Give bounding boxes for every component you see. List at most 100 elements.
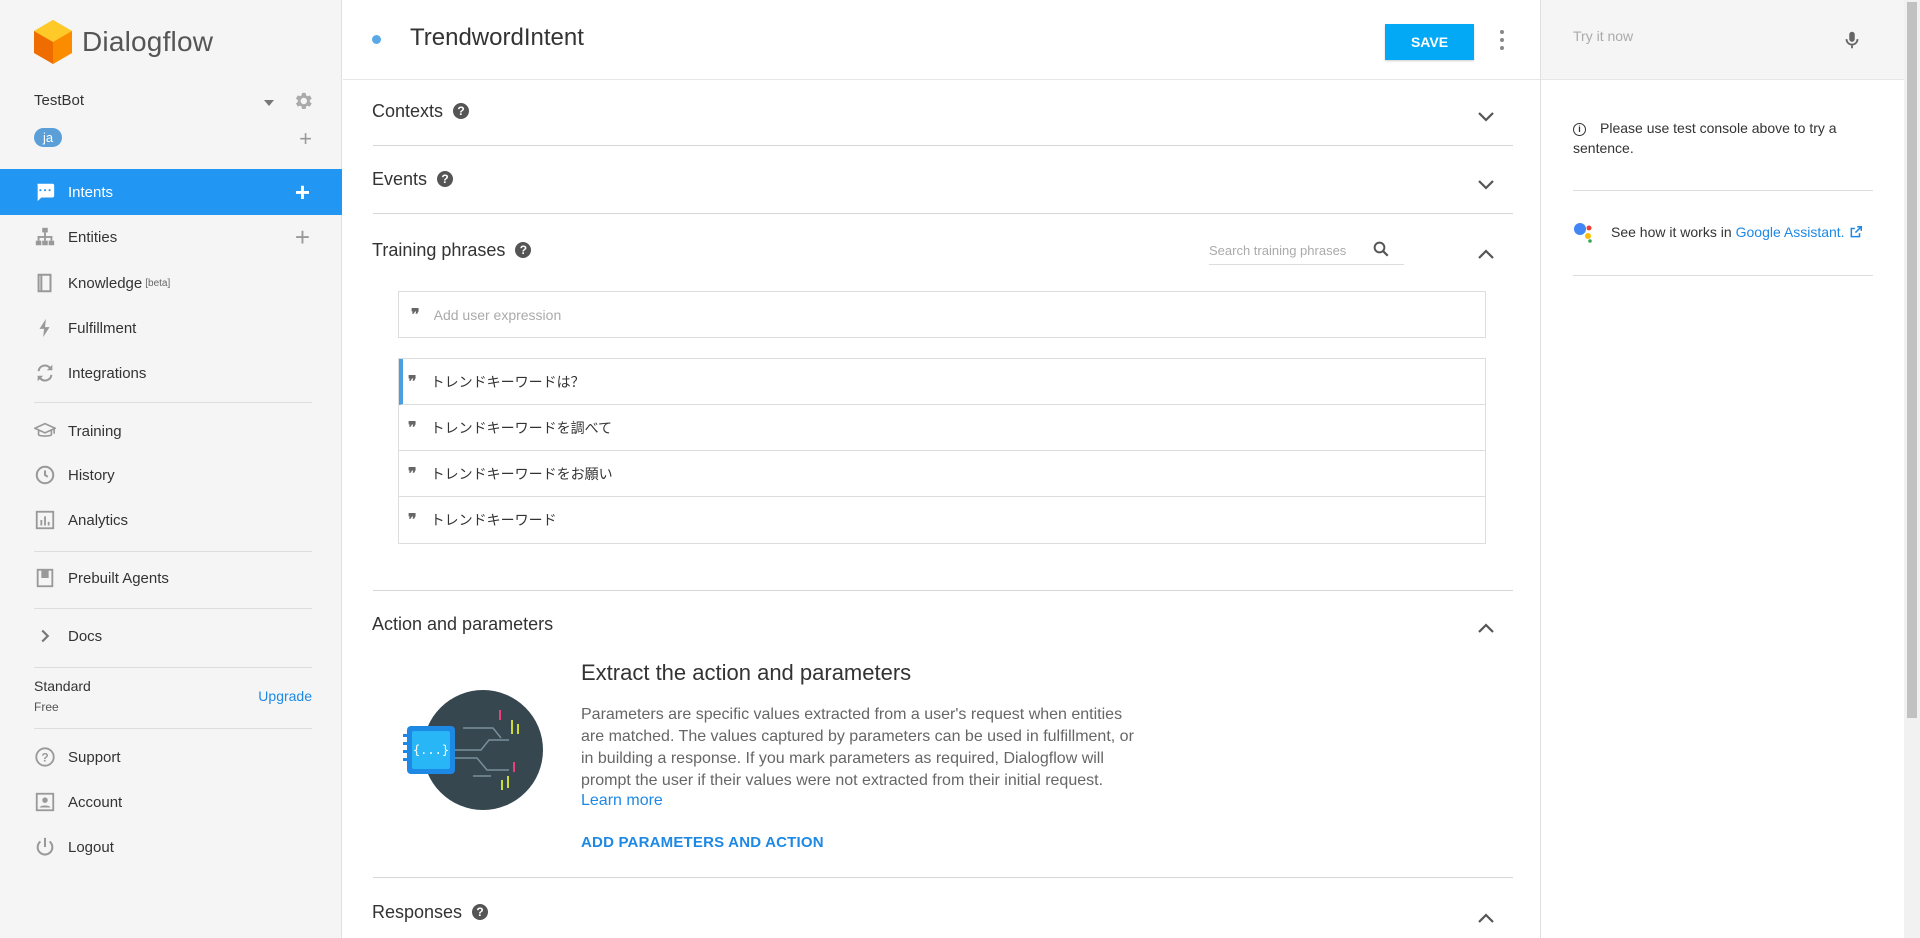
sidebar-item-training[interactable]: Training (0, 409, 342, 453)
external-link-icon[interactable] (1849, 225, 1863, 239)
book-icon (34, 272, 56, 294)
upgrade-link[interactable]: Upgrade (258, 688, 312, 704)
svg-text:{...}: {...} (413, 743, 449, 757)
console-divider (1573, 275, 1873, 276)
sidebar-item-knowledge[interactable]: Knowledge [beta] (0, 261, 342, 305)
training-phrase-row[interactable]: ❞ トレンドキーワード (399, 497, 1485, 543)
section-title: Events (372, 168, 428, 189)
sidebar-divider (34, 551, 312, 552)
sidebar-item-docs[interactable]: Docs (0, 614, 342, 658)
section-title: Action and parameters (372, 613, 554, 634)
gear-icon[interactable] (292, 90, 314, 112)
learn-more-link[interactable]: Learn more (581, 792, 1141, 810)
add-language-button[interactable]: + (299, 128, 312, 150)
training-phrase-text[interactable]: トレンドキーワード (431, 510, 557, 530)
sidebar-divider (34, 608, 312, 609)
chevron-down-icon[interactable] (264, 100, 274, 106)
console-info-text: Please use test console above to try a s… (1573, 120, 1837, 156)
sidebar-divider (34, 402, 312, 403)
sidebar-item-label: Integrations (68, 364, 147, 382)
sidebar-item-label: Intents (68, 183, 114, 201)
add-intent-button[interactable]: + (295, 179, 310, 205)
action-description: Parameters are specific values extracted… (581, 706, 1134, 789)
section-events[interactable]: Events ? (372, 168, 1504, 190)
section-divider (373, 877, 1513, 878)
sidebar-item-label: Support (68, 748, 121, 766)
add-expression-field: ❞ (398, 291, 1486, 338)
training-phrase-row[interactable]: ❞ トレンドキーワードは？ (399, 359, 1485, 405)
sidebar-item-label: Analytics (68, 511, 129, 529)
section-divider (373, 145, 1513, 146)
info-icon: i (1573, 122, 1586, 136)
section-divider (373, 590, 1513, 591)
sidebar-item-history[interactable]: History (0, 453, 342, 497)
sidebar: Dialogflow TestBot ja + Intents + Entiti… (0, 0, 342, 938)
test-console: iPlease use test console above to try a … (1540, 0, 1904, 938)
sidebar-item-account[interactable]: Account (0, 780, 342, 824)
section-action-parameters[interactable]: Action and parameters (372, 614, 1504, 634)
search-icon[interactable] (1372, 240, 1390, 258)
intent-header: TrendwordIntent SAVE (343, 0, 1540, 80)
training-phrase-row[interactable]: ❞ トレンドキーワードを調べて (399, 405, 1485, 451)
intent-title[interactable]: TrendwordIntent (410, 24, 584, 52)
help-circle-icon: ? (34, 746, 56, 768)
training-phrase-text[interactable]: トレンドキーワードを調べて (431, 418, 612, 438)
agent-selector[interactable]: TestBot (34, 92, 314, 114)
section-contexts[interactable]: Contexts ? (372, 101, 1504, 122)
action-empty-state: Extract the action and parameters Parame… (581, 660, 1141, 810)
more-options-icon[interactable] (1499, 30, 1505, 50)
google-assistant-icon (1574, 223, 1592, 243)
training-phrase-text[interactable]: トレンドキーワードをお願い (431, 464, 613, 484)
section-responses[interactable]: Responses ? (372, 901, 1504, 923)
sidebar-item-prebuilt[interactable]: Prebuilt Agents (0, 556, 342, 600)
help-icon[interactable]: ? (472, 904, 489, 920)
training-phrase-text[interactable]: トレンドキーワードは？ (431, 372, 585, 392)
scrollbar-thumb[interactable] (1907, 2, 1917, 718)
sidebar-item-fulfillment[interactable]: Fulfillment (0, 306, 342, 350)
try-it-input[interactable] (1573, 28, 1833, 44)
prebuilt-icon (34, 567, 56, 589)
chevron-down-icon[interactable] (1476, 107, 1496, 127)
main-panel: TrendwordIntent SAVE Contexts ? Events ?… (343, 0, 1540, 938)
chevron-down-icon[interactable] (1476, 175, 1496, 195)
logo[interactable]: Dialogflow (34, 20, 213, 64)
intent-status-dot (372, 35, 381, 44)
google-assistant-row: See how it works in Google Assistant. (1573, 220, 1883, 244)
training-phrase-row[interactable]: ❞ トレンドキーワードをお願い (399, 451, 1485, 497)
language-row: ja + (34, 128, 314, 150)
help-icon[interactable]: ? (437, 171, 454, 187)
sidebar-item-entities[interactable]: Entities + (0, 215, 342, 259)
add-parameters-button[interactable]: ADD PARAMETERS AND ACTION (581, 834, 824, 851)
help-icon[interactable]: ? (453, 103, 470, 119)
sidebar-item-intents[interactable]: Intents + (0, 169, 342, 215)
section-title: Responses (372, 901, 463, 922)
mic-icon[interactable] (1841, 28, 1863, 52)
save-button[interactable]: SAVE (1385, 24, 1474, 60)
chevron-up-icon[interactable] (1476, 618, 1496, 638)
console-info: i Please use test console above to try a … (1573, 118, 1873, 158)
dialogflow-logo-icon (34, 20, 72, 64)
add-entity-button[interactable]: + (295, 224, 310, 250)
app-root: Dialogflow TestBot ja + Intents + Entiti… (0, 0, 1920, 938)
chevron-up-icon[interactable] (1476, 908, 1496, 928)
sidebar-item-logout[interactable]: Logout (0, 825, 342, 869)
add-expression-input[interactable] (433, 306, 1334, 323)
beta-tag: [beta] (145, 277, 171, 289)
chevron-up-icon[interactable] (1476, 244, 1496, 264)
plan-info: Standard Free Upgrade (34, 678, 312, 714)
agent-name: TestBot (34, 92, 85, 109)
help-icon[interactable]: ? (515, 242, 532, 258)
page-scrollbar[interactable] (1904, 0, 1920, 938)
sidebar-item-support[interactable]: ? Support (0, 735, 342, 779)
graduation-cap-icon (34, 420, 56, 442)
action-heading: Extract the action and parameters (581, 660, 912, 685)
training-search-input[interactable] (1209, 237, 1369, 263)
sidebar-item-analytics[interactable]: Analytics (0, 498, 342, 542)
sidebar-divider (34, 728, 312, 729)
sidebar-item-integrations[interactable]: Integrations (0, 351, 342, 395)
language-badge[interactable]: ja (34, 128, 63, 147)
sidebar-item-label: History (68, 466, 115, 484)
google-assistant-link[interactable]: Google Assistant. (1736, 224, 1845, 240)
power-icon (34, 836, 56, 858)
training-search (1209, 237, 1404, 265)
